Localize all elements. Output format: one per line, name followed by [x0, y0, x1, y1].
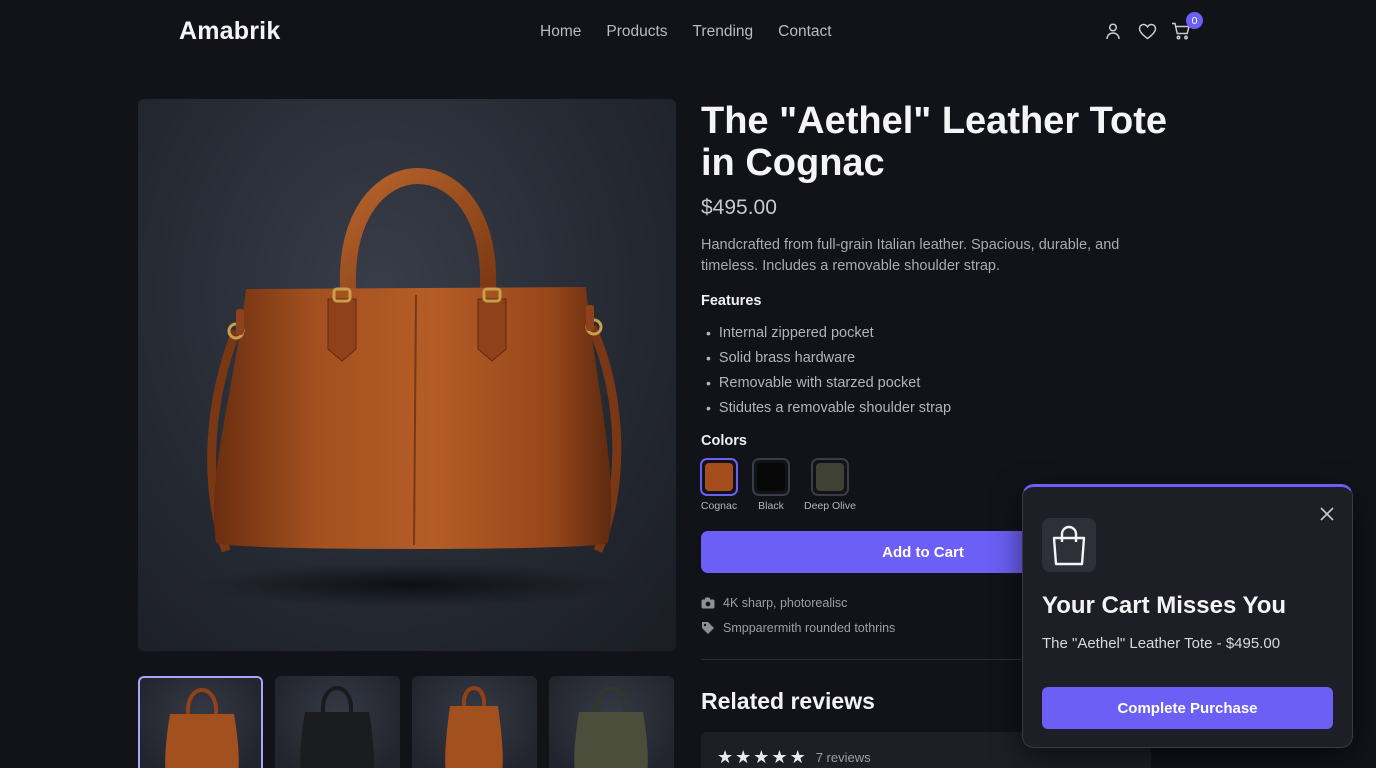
meta-text: Smpparermith rounded tothrins [723, 620, 896, 635]
complete-purchase-button[interactable]: Complete Purchase [1042, 687, 1333, 729]
cart-count-badge: 0 [1186, 12, 1203, 29]
brand-logo[interactable]: Amabrik [179, 17, 280, 46]
camera-icon [701, 597, 715, 608]
cart-icon[interactable]: 0 [1171, 12, 1203, 42]
nav-contact[interactable]: Contact [778, 23, 831, 41]
thumbnail-bag-cognac-alt [445, 686, 503, 768]
thumbnail-strip [138, 676, 674, 768]
colors-heading: Colors [701, 433, 747, 449]
thumbnail-bag-cognac [165, 688, 239, 768]
star-icon: ★ [753, 747, 770, 767]
star-icon: ★ [789, 747, 806, 767]
thumbnail-cognac-alt[interactable] [412, 676, 537, 768]
rating-stars: ★ ★ ★ ★ ★ 7 reviews [717, 748, 871, 766]
swatch-label: Deep Olive [804, 500, 856, 512]
user-icon[interactable] [1103, 20, 1123, 42]
product-price: $495.00 [701, 196, 777, 219]
thumbnail-bag-black [300, 686, 374, 768]
star-icon: ★ [735, 747, 752, 767]
swatch-cognac[interactable]: Cognac [700, 458, 738, 512]
product-main-image[interactable] [138, 99, 676, 651]
thumbnail-cognac[interactable] [138, 676, 263, 768]
popup-heading: Your Cart Misses You [1042, 592, 1287, 619]
feature-item: Internal zippered pocket [706, 321, 951, 346]
tag-icon [702, 621, 714, 634]
swatch-box [810, 458, 849, 496]
review-count: 7 reviews [815, 749, 871, 765]
feature-item: Removable with starzed pocket [706, 371, 951, 396]
product-meta: 4K sharp, photorealisc Smpparermith roun… [701, 590, 895, 640]
features-heading: Features [701, 293, 762, 309]
thumbnail-bag-olive [574, 686, 648, 768]
swatch-black[interactable]: Black [752, 458, 790, 512]
thumbnail-black[interactable] [275, 676, 400, 768]
swatch-color [757, 463, 785, 491]
features-list: Internal zippered pocket Solid brass har… [706, 321, 951, 421]
product-description: Handcrafted from full-grain Italian leat… [701, 237, 1120, 274]
swatch-color [815, 463, 844, 491]
meta-row: 4K sharp, photorealisc [701, 590, 895, 615]
color-swatches: Cognac Black Deep Olive [700, 458, 870, 512]
reviews-heading: Related reviews [701, 688, 875, 714]
cart-reminder-popup: Your Cart Misses You The "Aethel" Leathe… [1022, 484, 1353, 748]
nav-home[interactable]: Home [540, 23, 581, 41]
feature-item: Stidutes a removable shoulder strap [706, 396, 951, 421]
main-nav: Home Products Trending Contact [540, 23, 832, 41]
nav-products[interactable]: Products [606, 23, 667, 41]
swatch-box [700, 458, 738, 496]
close-icon[interactable] [1318, 505, 1336, 523]
product-title: The "Aethel" Leather Tote in Cognac [701, 100, 1168, 184]
site-header: Amabrik Home Products Trending Contact 0 [0, 0, 1376, 64]
popup-detail: The "Aethel" Leather Tote - $495.00 [1042, 635, 1281, 652]
header-icons: 0 [1103, 12, 1203, 42]
star-icon: ★ [771, 747, 788, 767]
swatch-label: Black [758, 500, 784, 512]
heart-icon[interactable] [1137, 20, 1157, 42]
tote-bag-image [200, 168, 622, 607]
swatch-label: Cognac [700, 500, 738, 512]
feature-item: Solid brass hardware [706, 346, 951, 371]
swatch-box [752, 458, 790, 496]
meta-text: 4K sharp, photorealisc [723, 595, 848, 610]
swatch-deep-olive[interactable]: Deep Olive [804, 458, 856, 512]
thumbnail-olive[interactable] [549, 676, 674, 768]
shopping-bag-icon [1042, 518, 1096, 572]
nav-trending[interactable]: Trending [693, 23, 754, 41]
star-icon: ★ [717, 747, 734, 767]
meta-row: Smpparermith rounded tothrins [701, 615, 895, 640]
swatch-color [705, 463, 733, 491]
